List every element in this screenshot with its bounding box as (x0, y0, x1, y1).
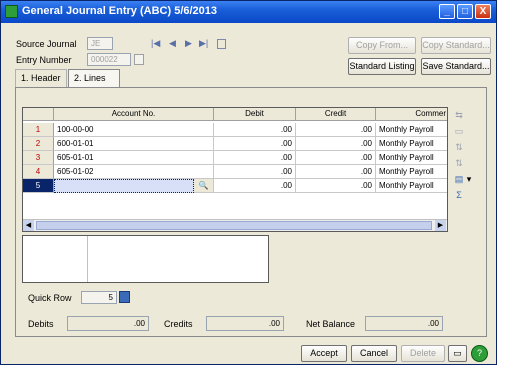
horizontal-scrollbar[interactable]: ◀ ▶ (23, 219, 447, 231)
row-number[interactable]: 3 (23, 151, 54, 165)
copy-from-button[interactable]: Copy From... (348, 37, 416, 54)
accept-button[interactable]: Accept (301, 345, 347, 362)
nav-first-icon[interactable]: |◀ (151, 38, 160, 49)
column-header-comment[interactable]: Commer (376, 108, 447, 121)
scroll-thumb[interactable] (36, 221, 432, 230)
debit-cell[interactable]: .00 (214, 123, 296, 137)
credit-cell[interactable]: .00 (296, 151, 376, 165)
tab-header[interactable]: 1. Header (15, 69, 67, 87)
debit-cell[interactable]: .00 (214, 165, 296, 179)
customize-icon[interactable]: ▤ (453, 173, 465, 185)
cancel-button[interactable]: Cancel (351, 345, 397, 362)
account-cell[interactable]: 600-01-01 (54, 137, 214, 151)
nav-prev-icon[interactable]: ◀ (169, 38, 176, 49)
source-journal-label: Source Journal (16, 39, 77, 49)
column-header-account[interactable]: Account No. (54, 108, 214, 121)
comment-cell[interactable]: Monthly Payroll (376, 179, 447, 193)
scroll-right-icon[interactable]: ▶ (435, 220, 446, 231)
row-number[interactable]: 1 (23, 123, 54, 137)
nav-last-icon[interactable]: ▶| (199, 38, 208, 49)
delete-button[interactable]: Delete (401, 345, 445, 362)
close-button[interactable]: X (475, 4, 491, 19)
save-standard-button[interactable]: Save Standard... (421, 58, 491, 75)
account-input[interactable] (54, 179, 194, 193)
maximize-button[interactable]: □ (457, 4, 473, 19)
comment-cell[interactable]: Monthly Payroll (376, 165, 447, 179)
app-icon (5, 5, 18, 18)
debit-cell[interactable]: .00 (214, 137, 296, 151)
row-number[interactable]: 4 (23, 165, 54, 179)
memo-text-area[interactable] (87, 236, 269, 282)
lines-grid: Account No. Debit Credit Commer 1 100-00… (22, 107, 448, 232)
debits-total: .00 (67, 316, 149, 331)
debits-label: Debits (28, 319, 54, 329)
copy-standard-button[interactable]: Copy Standard... (421, 37, 491, 54)
column-header-credit[interactable]: Credit (296, 108, 376, 121)
account-cell[interactable]: 100-00-00 (54, 123, 214, 137)
minimize-button[interactable]: _ (439, 4, 455, 19)
line-memo-box[interactable] (22, 235, 269, 283)
credit-cell[interactable]: .00 (296, 179, 376, 193)
list-icon[interactable] (217, 39, 226, 49)
move-up-icon[interactable]: ⇅ (453, 141, 465, 153)
credits-label: Credits (164, 319, 193, 329)
delete-line-icon[interactable]: ▭ (453, 125, 465, 137)
totals-icon[interactable]: Σ (453, 189, 465, 201)
row-header-corner (23, 108, 54, 121)
print-icon[interactable]: ▭ (448, 345, 467, 362)
source-journal-field[interactable]: JE (87, 37, 113, 50)
tab-lines[interactable]: 2. Lines (68, 69, 120, 87)
title-bar[interactable]: General Journal Entry (ABC) 5/6/2013 _ □… (1, 1, 496, 23)
quick-row-label: Quick Row (28, 293, 72, 303)
go-to-row-icon[interactable] (119, 291, 130, 303)
credits-total: .00 (206, 316, 284, 331)
account-cell[interactable]: 605-01-01 (54, 151, 214, 165)
account-cell[interactable]: 605-01-02 (54, 165, 214, 179)
comment-cell[interactable]: Monthly Payroll (376, 123, 447, 137)
comment-cell[interactable]: Monthly Payroll (376, 151, 447, 165)
standard-listing-button[interactable]: Standard Listing (348, 58, 416, 75)
credit-cell[interactable]: .00 (296, 137, 376, 151)
net-balance-total: .00 (365, 316, 443, 331)
entry-number-label: Entry Number (16, 55, 72, 65)
account-lookup-icon[interactable]: 🔍 (194, 179, 214, 193)
lookup-icon[interactable] (134, 54, 144, 65)
credit-cell[interactable]: .00 (296, 165, 376, 179)
net-balance-label: Net Balance (306, 319, 356, 329)
quick-row-field[interactable]: 5 (81, 291, 117, 304)
scroll-left-icon[interactable]: ◀ (23, 220, 34, 231)
help-icon[interactable]: ? (471, 345, 488, 362)
entry-number-field[interactable]: 000022 (87, 53, 131, 66)
window-title: General Journal Entry (ABC) 5/6/2013 (22, 5, 218, 17)
move-down-icon[interactable]: ⇅ (453, 157, 465, 169)
nav-next-icon[interactable]: ▶ (185, 38, 192, 49)
row-number-selected[interactable]: 5 (23, 179, 54, 193)
insert-line-icon[interactable]: ⇆ (453, 109, 465, 121)
journal-entry-window: General Journal Entry (ABC) 5/6/2013 _ □… (0, 0, 497, 365)
column-header-debit[interactable]: Debit (214, 108, 296, 121)
debit-cell[interactable]: .00 (214, 179, 296, 193)
dropdown-arrow-icon[interactable]: ▾ (465, 173, 473, 185)
debit-cell[interactable]: .00 (214, 151, 296, 165)
credit-cell[interactable]: .00 (296, 123, 376, 137)
comment-cell[interactable]: Monthly Payroll (376, 137, 447, 151)
row-number[interactable]: 2 (23, 137, 54, 151)
